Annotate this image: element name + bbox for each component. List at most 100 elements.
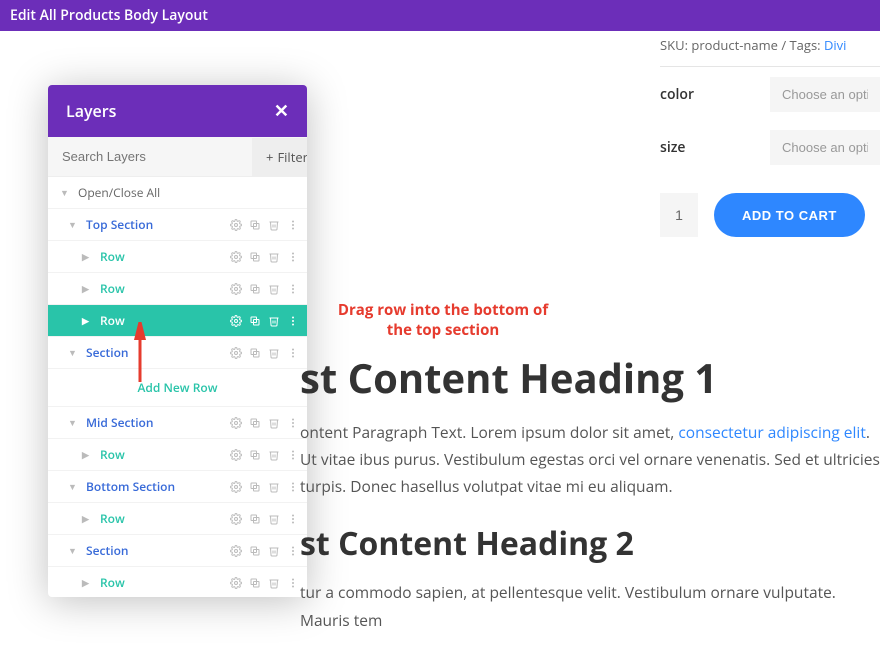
layer-section[interactable]: ▼ Bottom Section <box>48 471 307 503</box>
layer-label: Row <box>100 574 230 591</box>
add-new-row[interactable]: Add New Row <box>48 369 307 407</box>
layer-row[interactable]: ▶ Row <box>48 503 307 535</box>
quantity-input[interactable] <box>660 193 698 237</box>
add-to-cart-button[interactable]: ADD TO CART <box>714 193 865 237</box>
layers-header: Layers ✕ <box>48 85 307 137</box>
duplicate-icon[interactable] <box>249 283 261 295</box>
caret-icon[interactable]: ▼ <box>68 416 80 429</box>
trash-icon[interactable] <box>268 219 280 231</box>
layer-row[interactable]: ▶ Row <box>48 305 307 337</box>
color-label: color <box>660 85 770 104</box>
layer-section[interactable]: ▼ Mid Section <box>48 407 307 439</box>
duplicate-icon[interactable] <box>249 577 261 589</box>
caret-icon[interactable]: ▼ <box>68 480 80 493</box>
trash-icon[interactable] <box>268 417 280 429</box>
duplicate-icon[interactable] <box>249 545 261 557</box>
layers-panel: Layers ✕ + Filter ▼Open/Close All ▼ Top … <box>48 85 307 597</box>
duplicate-icon[interactable] <box>249 315 261 327</box>
settings-icon[interactable] <box>230 449 242 461</box>
layer-row[interactable]: ▶ Row <box>48 241 307 273</box>
layer-label: Bottom Section <box>86 478 230 495</box>
trash-icon[interactable] <box>268 545 280 557</box>
layer-label: Row <box>100 280 230 297</box>
trash-icon[interactable] <box>268 513 280 525</box>
more-icon[interactable] <box>287 315 299 327</box>
trash-icon[interactable] <box>268 315 280 327</box>
more-icon[interactable] <box>287 347 299 359</box>
caret-icon[interactable]: ▶ <box>82 512 94 525</box>
trash-icon[interactable] <box>268 251 280 263</box>
filter-button[interactable]: + Filter <box>252 138 307 176</box>
open-close-all[interactable]: ▼Open/Close All <box>48 177 307 209</box>
more-icon[interactable] <box>287 283 299 295</box>
layer-row[interactable]: ▶ Row <box>48 439 307 471</box>
more-icon[interactable] <box>287 449 299 461</box>
layer-label: Mid Section <box>86 414 230 431</box>
layer-label: Section <box>86 344 230 361</box>
trash-icon[interactable] <box>268 347 280 359</box>
layers-title: Layers <box>66 100 116 122</box>
caret-icon[interactable]: ▶ <box>82 448 94 461</box>
more-icon[interactable] <box>287 513 299 525</box>
duplicate-icon[interactable] <box>249 347 261 359</box>
sku-line: SKU: product-name / Tags: Divi <box>660 28 880 62</box>
caret-icon[interactable]: ▼ <box>68 544 80 557</box>
close-icon[interactable]: ✕ <box>274 99 289 123</box>
layer-section[interactable]: ▼ Section <box>48 535 307 567</box>
size-select[interactable]: Choose an option <box>770 130 880 165</box>
more-icon[interactable] <box>287 481 299 493</box>
settings-icon[interactable] <box>230 481 242 493</box>
content-heading-2: st Content Heading 2 <box>300 522 880 565</box>
duplicate-icon[interactable] <box>249 481 261 493</box>
settings-icon[interactable] <box>230 347 242 359</box>
caret-icon[interactable]: ▶ <box>82 282 94 295</box>
sku-value: product-name <box>691 36 778 54</box>
caret-icon[interactable]: ▼ <box>68 346 80 359</box>
search-input[interactable] <box>48 137 252 176</box>
caret-icon[interactable]: ▼ <box>68 218 80 231</box>
layer-section[interactable]: ▼ Section <box>48 337 307 369</box>
more-icon[interactable] <box>287 577 299 589</box>
caret-icon[interactable]: ▶ <box>82 576 94 589</box>
settings-icon[interactable] <box>230 283 242 295</box>
layer-row[interactable]: ▶ Row <box>48 273 307 305</box>
layer-label: Top Section <box>86 216 230 233</box>
caret-icon[interactable]: ▶ <box>82 314 94 327</box>
page-title-bar: Edit All Products Body Layout <box>0 0 880 31</box>
trash-icon[interactable] <box>268 449 280 461</box>
duplicate-icon[interactable] <box>249 513 261 525</box>
plus-icon: + <box>266 148 273 166</box>
settings-icon[interactable] <box>230 545 242 557</box>
duplicate-icon[interactable] <box>249 417 261 429</box>
duplicate-icon[interactable] <box>249 219 261 231</box>
annotation-text: Drag row into the bottom of the top sect… <box>328 300 558 341</box>
content-paragraph-1: ontent Paragraph Text. Lorem ipsum dolor… <box>300 419 880 500</box>
more-icon[interactable] <box>287 251 299 263</box>
layer-section[interactable]: ▼ Top Section <box>48 209 307 241</box>
settings-icon[interactable] <box>230 251 242 263</box>
more-icon[interactable] <box>287 219 299 231</box>
trash-icon[interactable] <box>268 283 280 295</box>
tag-link[interactable]: Divi <box>824 36 847 54</box>
trash-icon[interactable] <box>268 481 280 493</box>
settings-icon[interactable] <box>230 315 242 327</box>
settings-icon[interactable] <box>230 219 242 231</box>
duplicate-icon[interactable] <box>249 251 261 263</box>
caret-icon[interactable]: ▶ <box>82 250 94 263</box>
color-select[interactable]: Choose an option <box>770 77 880 112</box>
trash-icon[interactable] <box>268 577 280 589</box>
layer-row[interactable]: ▶ Row <box>48 567 307 597</box>
sku-label: SKU: <box>660 36 688 54</box>
duplicate-icon[interactable] <box>249 449 261 461</box>
content-link[interactable]: consectetur adipiscing elit <box>678 421 866 443</box>
page-title: Edit All Products Body Layout <box>10 6 208 25</box>
more-icon[interactable] <box>287 417 299 429</box>
post-content: st Content Heading 1 ontent Paragraph Te… <box>300 350 880 656</box>
filter-label: Filter <box>277 148 307 166</box>
settings-icon[interactable] <box>230 577 242 589</box>
product-meta: SKU: product-name / Tags: Divi color Cho… <box>660 28 880 237</box>
settings-icon[interactable] <box>230 417 242 429</box>
more-icon[interactable] <box>287 545 299 557</box>
content-heading-1: st Content Heading 1 <box>300 350 880 405</box>
settings-icon[interactable] <box>230 513 242 525</box>
